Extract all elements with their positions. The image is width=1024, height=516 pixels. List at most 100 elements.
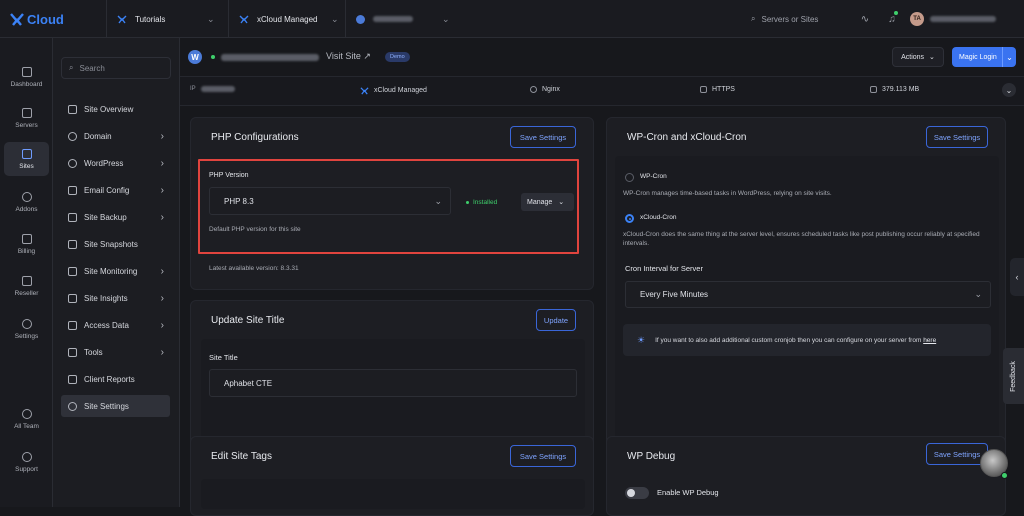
main-content: W Visit Site ↗ Demo Actions ⌄ Magic Logi… bbox=[180, 38, 1024, 516]
site-title-card: Update Site Title Update Site Title Apha… bbox=[190, 300, 594, 450]
site-title-label: Site Title bbox=[209, 353, 238, 362]
feedback-tab[interactable]: Feedback bbox=[1003, 348, 1024, 404]
cron-tip-message: If you want to also add additional custo… bbox=[655, 336, 922, 344]
breadcrumb-site[interactable]: ⌄ bbox=[345, 0, 455, 38]
rail-item-sites[interactable]: Sites bbox=[4, 142, 49, 176]
actions-dropdown[interactable]: Actions ⌄ bbox=[892, 47, 944, 67]
subnav-item-site-settings[interactable]: Site Settings bbox=[61, 395, 170, 417]
cron-card: WP-Cron and xCloud-Cron Save Settings WP… bbox=[606, 117, 1006, 463]
highlight-box bbox=[198, 159, 579, 254]
xcloud-cron-radio[interactable] bbox=[625, 214, 634, 223]
subnav-label: Domain bbox=[84, 131, 112, 141]
debug-save-settings-button[interactable]: Save Settings bbox=[926, 443, 988, 465]
php-config-title: PHP Configurations bbox=[211, 132, 299, 143]
cron-interval-label: Cron Interval for Server bbox=[625, 264, 703, 273]
bell-icon[interactable]: ♫ bbox=[885, 11, 899, 26]
status-online-dot bbox=[211, 55, 215, 59]
rail-item-servers[interactable]: Servers bbox=[4, 101, 49, 135]
rail-item-settings[interactable]: Settings bbox=[4, 312, 49, 346]
site-title-value: Aphabet CTE bbox=[224, 378, 273, 388]
subnav-item-wordpress[interactable]: WordPress › bbox=[61, 152, 170, 174]
snapshot-icon bbox=[68, 239, 77, 249]
wordpress-icon: W bbox=[188, 50, 202, 64]
logo[interactable]: Cloud bbox=[10, 9, 70, 29]
tags-save-settings-button[interactable]: Save Settings bbox=[510, 445, 576, 467]
monitoring-icon bbox=[68, 266, 77, 276]
subnav-label: Site Backup bbox=[84, 212, 127, 222]
report-icon bbox=[68, 374, 77, 384]
xcloud-cron-label: xCloud-Cron bbox=[640, 214, 677, 221]
rail-item-all-team[interactable]: All Team bbox=[4, 402, 49, 436]
ip-icon: IP bbox=[190, 86, 196, 92]
ip-address bbox=[200, 86, 235, 92]
rail-item-billing[interactable]: Billing bbox=[4, 227, 49, 261]
wordpress-icon bbox=[68, 158, 77, 168]
rail-item-label: Support bbox=[15, 465, 38, 473]
subnav-label: Email Config bbox=[84, 185, 130, 195]
chevron-right-icon: › bbox=[160, 184, 164, 196]
activity-icon[interactable]: ∿ bbox=[858, 12, 872, 26]
wp-debug-toggle[interactable] bbox=[625, 487, 649, 499]
folder-icon bbox=[870, 86, 877, 93]
gear-icon bbox=[21, 318, 32, 329]
chevron-right-icon: › bbox=[160, 211, 164, 223]
visit-site-link[interactable]: Visit Site ↗ bbox=[326, 51, 371, 62]
wp-cron-radio[interactable] bbox=[625, 173, 634, 182]
info-ip: IP bbox=[190, 86, 235, 92]
cron-save-settings-button[interactable]: Save Settings bbox=[926, 126, 988, 148]
subnav-item-site-monitoring[interactable]: Site Monitoring › bbox=[61, 260, 170, 282]
rail-item-label: Servers bbox=[15, 121, 38, 129]
subnav-item-domain[interactable]: Domain › bbox=[61, 125, 170, 147]
collapse-panel-tab[interactable]: ‹ bbox=[1010, 258, 1024, 296]
subnav-label: Client Reports bbox=[84, 374, 135, 384]
sites-icon bbox=[21, 148, 32, 159]
chevron-right-icon: › bbox=[160, 346, 164, 358]
magic-login-label: Magic Login bbox=[959, 53, 997, 61]
subnav-item-access-data[interactable]: Access Data › bbox=[61, 314, 170, 336]
expand-info-button[interactable]: ⌄ bbox=[1002, 83, 1016, 97]
info-size-label: 379.113 MB bbox=[882, 86, 920, 93]
subnav-item-site-snapshots[interactable]: Site Snapshots bbox=[61, 233, 170, 255]
chevron-down-icon[interactable]: ⌄ bbox=[1002, 47, 1016, 67]
site-title-input[interactable]: Aphabet CTE bbox=[209, 369, 577, 397]
subnav-label: Site Settings bbox=[84, 401, 129, 411]
support-icon bbox=[21, 451, 32, 462]
tools-icon bbox=[68, 347, 77, 357]
subnav-item-site-overview[interactable]: Site Overview bbox=[61, 98, 170, 120]
rail-item-reseller[interactable]: Reseller bbox=[4, 269, 49, 303]
rail-item-addons[interactable]: Addons bbox=[4, 185, 49, 219]
rail-item-label: Settings bbox=[14, 332, 39, 340]
subnav-item-client-reports[interactable]: Client Reports bbox=[61, 368, 170, 390]
php-save-settings-button[interactable]: Save Settings bbox=[510, 126, 576, 148]
user-menu[interactable]: TA bbox=[910, 10, 1010, 28]
subnav-search-input[interactable]: ⌕ Search bbox=[61, 57, 171, 79]
brand-name: Cloud bbox=[27, 11, 64, 27]
breadcrumb-tutorials[interactable]: Tutorials ⌄ bbox=[106, 0, 222, 38]
subnav-item-site-backup[interactable]: Site Backup › bbox=[61, 206, 170, 228]
info-ssl-label: HTTPS bbox=[712, 86, 735, 93]
grid-icon bbox=[21, 66, 32, 77]
feedback-label: Feedback bbox=[1010, 360, 1017, 392]
rail-item-dashboard[interactable]: Dashboard bbox=[4, 60, 49, 94]
cron-interval-select[interactable]: Every Five Minutes ⌄ bbox=[625, 281, 991, 308]
magic-login-button[interactable]: Magic Login ⌄ bbox=[952, 47, 1016, 67]
chevron-down-icon: ⌄ bbox=[331, 13, 339, 24]
breadcrumb-server[interactable]: xCloud Managed ⌄ bbox=[228, 0, 344, 38]
subnav-item-tools[interactable]: Tools › bbox=[61, 341, 170, 363]
backup-icon bbox=[68, 212, 77, 222]
nginx-icon bbox=[530, 86, 537, 93]
chevron-right-icon: › bbox=[160, 265, 164, 277]
subnav-item-email-config[interactable]: Email Config › bbox=[61, 179, 170, 201]
subnav-search-placeholder: Search bbox=[79, 63, 105, 73]
subnav-item-site-insights[interactable]: Site Insights › bbox=[61, 287, 170, 309]
cron-tip-link[interactable]: here bbox=[923, 337, 936, 344]
update-title-button[interactable]: Update bbox=[536, 309, 576, 331]
lightbulb-icon: ☀ bbox=[637, 334, 646, 345]
chevron-right-icon: › bbox=[160, 319, 164, 331]
site-sub-nav: ⌕ Search Site Overview Domain › WordPress… bbox=[53, 38, 180, 507]
chevron-down-icon: ⌄ bbox=[207, 13, 215, 24]
rail-item-support[interactable]: Support bbox=[4, 445, 49, 479]
search-icon: ⌕ bbox=[69, 63, 74, 72]
online-status-dot bbox=[1001, 472, 1008, 479]
global-search[interactable]: ⌕ Servers or Sites bbox=[751, 10, 844, 28]
